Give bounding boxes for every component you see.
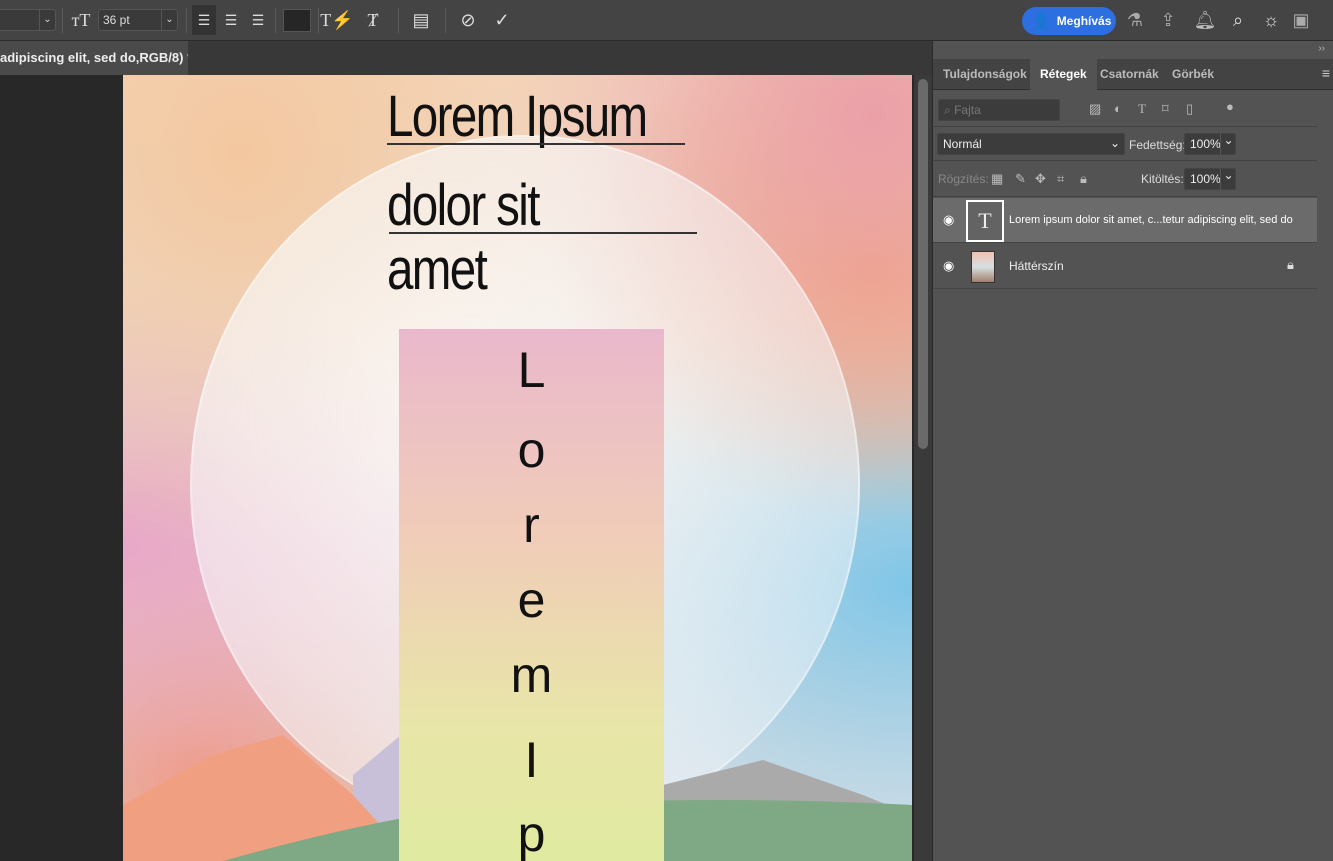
text-warp-arc-icon[interactable]: Ⱦ [360, 0, 386, 41]
lock-label: Rögzítés: [938, 172, 989, 186]
filter-smart-object-icon[interactable]: ▯ [1186, 101, 1193, 117]
vertical-letter: p [399, 809, 664, 859]
text-color-swatch[interactable] [283, 9, 311, 32]
share-icon[interactable]: ⇪ [1157, 0, 1179, 41]
bell-icon[interactable]: 🔔︎ [1194, 0, 1216, 41]
lock-icon[interactable]: 🔒︎ [1287, 257, 1294, 273]
filter-image-icon[interactable]: ▨ [1089, 101, 1101, 117]
tab-properties[interactable]: Tulajdonságok [933, 59, 1037, 90]
lock-transparency-icon[interactable]: ▦ [991, 171, 1003, 187]
opacity-label: Fedettség: [1129, 138, 1186, 152]
lock-all-icon[interactable]: 🔒︎ [1080, 171, 1087, 187]
tab-channels[interactable]: Csatornák [1090, 59, 1169, 90]
flask-icon[interactable]: ⚗ [1124, 0, 1146, 41]
filter-toggle-icon[interactable]: ● [1226, 99, 1234, 114]
layers-panel: ›› Tulajdonságok Rétegek Csatornák Görbé… [932, 41, 1333, 861]
lock-artboard-icon[interactable]: ⌗ [1057, 171, 1064, 187]
document-canvas[interactable]: Lorem Ipsum dolor sit amet L o r e m I p [123, 75, 912, 861]
filter-adjustment-icon[interactable]: ◐ [1114, 101, 1122, 116]
title-line-1: Lorem Ipsum [387, 85, 649, 149]
background-layer-thumbnail [971, 251, 995, 283]
opacity-input[interactable]: 100%⌄ [1184, 133, 1236, 155]
tab-curves[interactable]: Görbék [1162, 59, 1224, 90]
align-right-icon[interactable]: ☰ [246, 0, 270, 41]
vertical-letter: L [399, 345, 664, 395]
invite-label: Meghívás [1057, 14, 1112, 28]
document-tab[interactable]: adipiscing elit, sed do,RGB/8) * [0, 41, 188, 75]
panel-menu-icon[interactable]: ≡ [1322, 65, 1330, 81]
search-icon[interactable]: ⌕ [1227, 0, 1249, 41]
scrollbar-thumb[interactable] [918, 79, 928, 449]
font-style-select[interactable]: ⌄ [0, 9, 56, 31]
vertical-letter: r [399, 500, 664, 550]
lock-paint-icon[interactable]: ✎ [1015, 171, 1026, 187]
panel-tabs: Tulajdonságok Rétegek Csatornák Görbék ≡ [933, 59, 1333, 90]
cancel-icon[interactable]: ⊘ [455, 0, 481, 41]
layer-name: Háttérszín [1009, 259, 1064, 273]
blend-mode-select[interactable]: Normál⌄ [937, 133, 1125, 155]
fill-input[interactable]: 100%⌄ [1184, 168, 1236, 190]
canvas-scrollbar[interactable] [914, 75, 932, 861]
title-line-2: dolor sit amet [387, 174, 649, 302]
blend-mode-value: Normál [943, 137, 982, 151]
fill-label: Kitöltés: [1141, 172, 1184, 186]
layer-name: Lorem ipsum dolor sit amet, c...tetur ad… [1009, 214, 1293, 226]
collapse-panels-icon[interactable]: ›› [1318, 43, 1325, 54]
align-center-icon[interactable]: ☰ [219, 0, 243, 41]
layer-filter-select[interactable]: ⌕ Fajta [938, 99, 1060, 121]
visibility-eye-icon[interactable]: ◉ [943, 212, 954, 228]
fill-value: 100% [1190, 172, 1221, 186]
vertical-letter: e [399, 575, 664, 625]
text-size-icon: тT [68, 0, 94, 41]
workspace-icon[interactable]: ▣ [1290, 0, 1312, 41]
font-size-select[interactable]: 36 pt⌄ [98, 9, 178, 31]
filter-placeholder: Fajta [954, 103, 981, 117]
commit-check-icon[interactable]: ✓ [489, 0, 515, 41]
vertical-letter: o [399, 425, 664, 475]
character-panel-icon[interactable]: ▤ [408, 0, 434, 41]
lightbulb-icon[interactable]: ☼ [1260, 0, 1282, 41]
font-size-value: 36 pt [103, 13, 130, 27]
options-bar: ⌄ тT 36 pt⌄ ☰ ☰ ☰ T⚡ Ⱦ ▤ ⊘ ✓ 👤 Meghívás ⚗… [0, 0, 1333, 41]
document-tab-bar: adipiscing elit, sed do,RGB/8) * [0, 41, 932, 75]
invite-button[interactable]: 👤 Meghívás [1022, 7, 1116, 35]
lock-position-icon[interactable]: ✥ [1035, 171, 1046, 187]
vertical-letter: m [399, 650, 664, 700]
align-left-icon[interactable]: ☰ [192, 5, 216, 35]
visibility-eye-icon[interactable]: ◉ [943, 258, 954, 274]
warp-text-icon[interactable]: T⚡ [324, 0, 350, 41]
vertical-letter: I [399, 735, 664, 785]
layer-row-background[interactable]: ◉ Háttérszín 🔒︎ [933, 244, 1317, 289]
filter-shape-icon[interactable]: ⌑ [1162, 101, 1169, 117]
document-tab-title: adipiscing elit, sed do,RGB/8) * [0, 50, 188, 65]
layer-row-text[interactable]: ◉ T Lorem ipsum dolor sit amet, c...tetu… [933, 198, 1317, 243]
text-layer-thumbnail: T [966, 200, 1004, 242]
user-add-icon: 👤 [1032, 12, 1051, 30]
opacity-value: 100% [1190, 137, 1221, 151]
filter-type-icon[interactable]: T [1138, 101, 1146, 117]
tab-layers[interactable]: Rétegek [1030, 59, 1097, 90]
